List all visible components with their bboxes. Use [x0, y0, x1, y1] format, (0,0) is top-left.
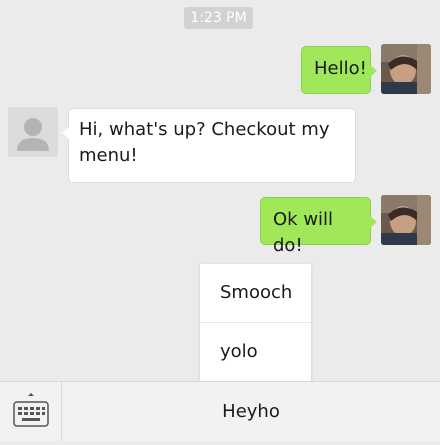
- menu-item-smooch[interactable]: Smooch: [200, 264, 311, 322]
- message-timestamp: 1:23 PM: [184, 7, 253, 29]
- default-person-icon: [8, 107, 58, 157]
- incoming-message-bubble[interactable]: Hi, what's up? Checkout my menu!: [62, 108, 356, 183]
- message-text: Ok will do!: [273, 209, 334, 256]
- chat-area: 1:23 PM Hello! Hi, what's up? Checkout m…: [0, 0, 440, 381]
- message-text: Hello!: [314, 58, 367, 79]
- bottom-menu-bar: Heyho: [0, 381, 440, 441]
- user-avatar[interactable]: [381, 44, 431, 94]
- keyboard-icon: [13, 393, 49, 427]
- popup-menu: Smooch yolo: [200, 264, 311, 381]
- message-text: Hi, what's up? Checkout my menu!: [79, 119, 330, 166]
- menu-button-heyho[interactable]: Heyho: [62, 382, 440, 441]
- outgoing-message-bubble[interactable]: Ok will do!: [260, 197, 377, 256]
- outgoing-message-bubble[interactable]: Hello!: [301, 46, 377, 94]
- keyboard-toggle-button[interactable]: [0, 382, 62, 441]
- menu-item-yolo[interactable]: yolo: [200, 323, 311, 381]
- user-avatar[interactable]: [381, 195, 431, 245]
- contact-avatar[interactable]: [8, 107, 58, 157]
